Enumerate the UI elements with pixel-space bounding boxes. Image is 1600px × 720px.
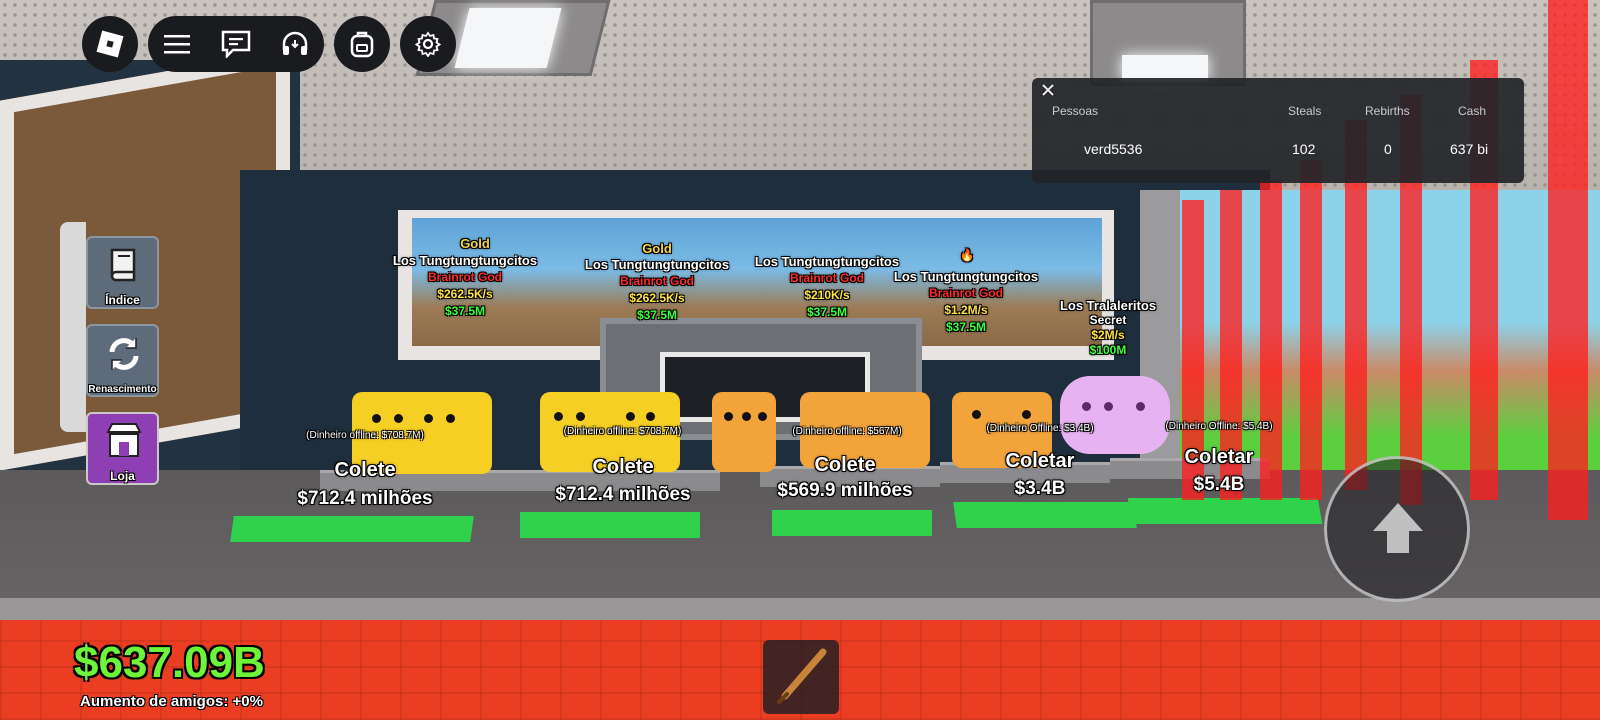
collect-amount: $569.9 milhões xyxy=(777,480,913,501)
leaderboard-header-steals: Steals xyxy=(1288,104,1322,118)
brainrot-price: $37.5M xyxy=(945,320,987,334)
brainrot-name: Los Tungtungtungcitos xyxy=(392,253,538,268)
voice-headset-icon[interactable] xyxy=(279,28,311,60)
topbar-group xyxy=(148,16,324,72)
backpack-icon xyxy=(346,28,378,60)
brainrot-price: $100M xyxy=(1089,343,1127,357)
collect-pad[interactable] xyxy=(230,516,474,542)
rebirth-button[interactable]: Renascimento xyxy=(86,324,159,397)
ceiling-light xyxy=(454,8,562,68)
leaderboard-steals-value: 102 xyxy=(1292,141,1316,157)
refresh-icon xyxy=(104,334,144,374)
book-icon xyxy=(108,246,140,286)
leaderboard-rebirths-value: 0 xyxy=(1384,141,1392,157)
roblox-menu-button[interactable] xyxy=(82,16,138,72)
collect-amount: $5.4B xyxy=(1193,474,1245,495)
laser-bar xyxy=(1300,160,1322,500)
brainrot-character[interactable] xyxy=(1060,376,1170,454)
settings-button[interactable] xyxy=(400,16,456,72)
index-button[interactable]: Índice xyxy=(86,236,159,309)
rebirth-label: Renascimento xyxy=(88,384,157,395)
brainrot-price: $37.5M xyxy=(806,305,848,319)
brainrot-name: Los Tungtungtungcitos xyxy=(754,254,900,269)
chat-icon[interactable] xyxy=(220,28,252,60)
leaderboard-cash-value: 637 bi xyxy=(1450,141,1489,157)
collect-amount: $712.4 milhões xyxy=(555,484,691,505)
flame-icon: 🔥 xyxy=(959,248,975,262)
jump-arrow-icon xyxy=(1369,499,1427,559)
brainrot-tier: Gold xyxy=(460,236,490,251)
brainrot-mutation: Brainrot God xyxy=(929,286,1003,300)
collect-pad[interactable] xyxy=(1127,498,1323,524)
brainrot-tier: Gold xyxy=(642,241,672,256)
offline-earnings: (Dinheiro offline: $567M) xyxy=(792,426,902,437)
leaderboard-header-rebirths: Rebirths xyxy=(1365,104,1410,118)
collect-label: Colete xyxy=(592,456,654,478)
laser-bar xyxy=(1548,0,1588,520)
backpack-button[interactable] xyxy=(334,16,390,72)
close-icon[interactable] xyxy=(1040,82,1056,98)
offline-earnings: (Dinheiro Offline: $3.4B) xyxy=(986,423,1094,434)
leaderboard-player-name[interactable]: verd5536 xyxy=(1084,141,1142,157)
collect-label: Colete xyxy=(814,454,876,476)
brainrot-character[interactable] xyxy=(712,392,776,472)
settings-icon xyxy=(412,28,444,60)
shop-label: Loja xyxy=(110,469,135,483)
brainrot-income-rate: $262.5K/s xyxy=(629,291,685,305)
brainrot-income-rate: $262.5K/s xyxy=(437,287,493,301)
bat-icon xyxy=(773,648,829,706)
brainrot-income-rate: $210K/s xyxy=(804,288,850,302)
collect-label: Colete xyxy=(334,459,396,481)
collect-amount: $3.4B xyxy=(1014,478,1066,499)
brainrot-price: $37.5M xyxy=(444,304,486,318)
brainrot-name: Los Tungtungtungcitos xyxy=(893,269,1039,284)
friends-boost: Aumento de amigos: +0% xyxy=(80,693,263,710)
collect-amount: $712.4 milhões xyxy=(297,488,433,509)
brainrot-income-rate: $1.2M/s xyxy=(944,303,988,317)
offline-earnings: (Dinheiro Offline: $5.4B) xyxy=(1165,421,1273,432)
brainrot-price: $37.5M xyxy=(636,308,678,322)
player-leaderboard: Pessoas Steals Rebirths Cash verd5536 10… xyxy=(1032,78,1524,183)
index-label: Índice xyxy=(105,293,140,307)
collect-pad[interactable] xyxy=(772,510,932,536)
roblox-logo-icon xyxy=(94,28,126,60)
collect-label: Coletar xyxy=(1184,446,1254,468)
collect-pad[interactable] xyxy=(953,502,1137,528)
leaderboard-header-cash: Cash xyxy=(1458,104,1487,118)
brainrot-mutation: Secret xyxy=(1089,313,1127,327)
offline-earnings: (Dinheiro offline: $708.7M) xyxy=(306,430,424,441)
side-tab-strip[interactable] xyxy=(60,222,86,432)
offline-earnings: (Dinheiro offline: $708.7M) xyxy=(563,426,682,437)
brainrot-income-rate: $2M/s xyxy=(1091,328,1125,342)
leaderboard-header-player: Pessoas xyxy=(1052,104,1099,118)
brainrot-mutation: Brainrot God xyxy=(620,274,694,288)
player-money: $637.09B xyxy=(74,638,265,687)
jump-button[interactable] xyxy=(1324,456,1470,602)
brainrot-mutation: Brainrot God xyxy=(428,270,502,284)
hotbar-slot-1[interactable] xyxy=(763,640,839,714)
shop-button[interactable]: Loja xyxy=(86,412,159,485)
brainrot-name: Los Tralaleritos xyxy=(1059,298,1157,313)
collect-pad[interactable] xyxy=(520,512,700,538)
store-icon xyxy=(104,422,144,460)
collect-label: Coletar xyxy=(1005,450,1075,472)
menu-icon[interactable] xyxy=(161,28,193,60)
